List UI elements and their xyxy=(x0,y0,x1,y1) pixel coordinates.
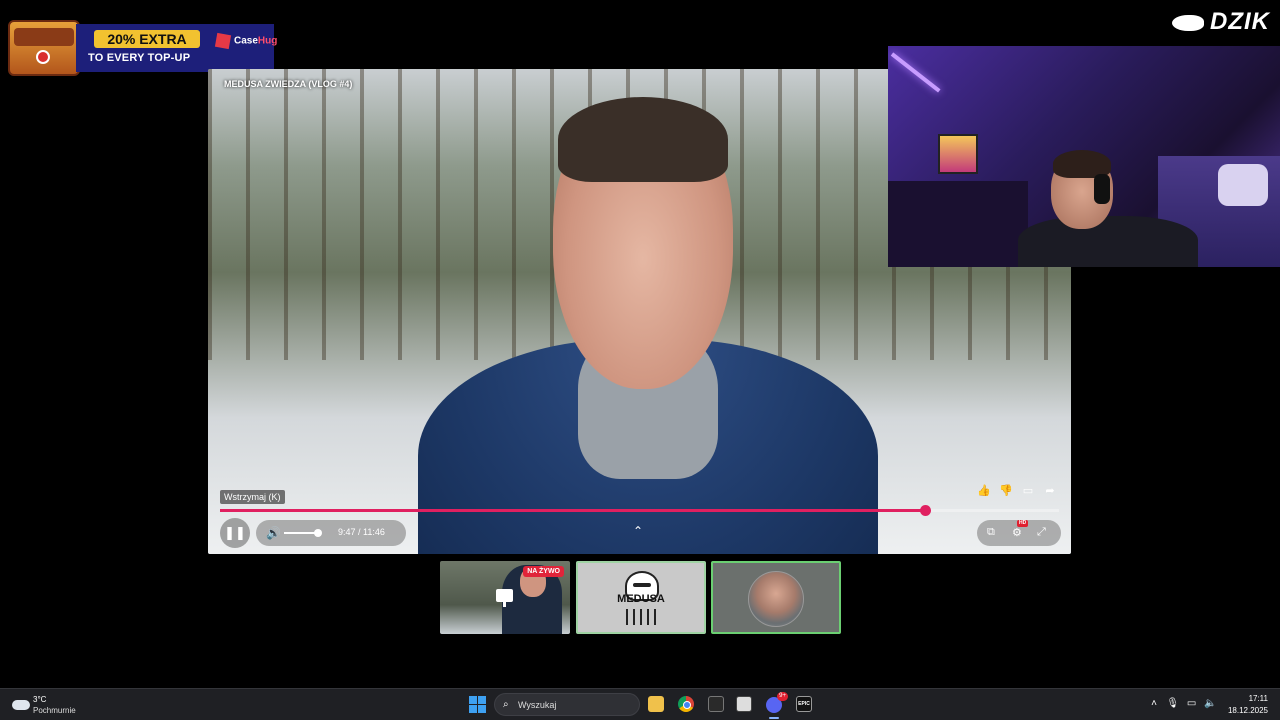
system-tray: ˄ 🎙 ▭ 🔈 xyxy=(1146,698,1218,709)
file-explorer-icon[interactable] xyxy=(648,696,664,712)
channel-logo-text: DZIK xyxy=(1210,8,1270,35)
weather-condition: Pochmurnie xyxy=(33,706,76,715)
volume-slider[interactable] xyxy=(284,532,318,534)
network-icon[interactable]: ▭ xyxy=(1184,698,1200,709)
related-thumbnails: NA ŻYWO MEDUSA xyxy=(440,561,841,634)
like-icon[interactable]: 👍 xyxy=(977,483,991,497)
microphone-icon[interactable]: 🎙 xyxy=(1165,698,1181,709)
search-icon: ⌕ xyxy=(503,699,509,710)
player-settings-group: ⧉ ⚙ HD ⤢ xyxy=(977,520,1061,546)
chrome-icon[interactable] xyxy=(678,696,694,712)
vlogger-figure xyxy=(418,89,878,554)
desktop: 20% EXTRA TO EVERY TOP-UP CaseHug DZIK M… xyxy=(0,0,1280,720)
headset-icon xyxy=(1094,174,1110,204)
casehug-logo-icon xyxy=(214,32,232,50)
epic-label: EPIC xyxy=(798,701,810,707)
video-title: MEDUSA ZWIEDZA (VLOG #4) xyxy=(224,79,353,89)
hd-badge: HD xyxy=(1017,520,1029,527)
taskbar-search[interactable]: ⌕ xyxy=(494,693,640,716)
epic-games-icon[interactable]: EPIC xyxy=(796,696,812,712)
time-display: 9:47 / 11:46 xyxy=(338,527,385,537)
share-icon[interactable]: ➦ xyxy=(1043,483,1057,497)
sponsor-badge: 20% EXTRA xyxy=(94,30,200,48)
pause-tooltip: Wstrzymaj (K) xyxy=(220,490,285,504)
sponsor-tagline: TO EVERY TOP-UP xyxy=(88,52,191,64)
medusa-logo-text: MEDUSA xyxy=(617,593,665,605)
brand-part2: Hug xyxy=(257,35,278,47)
sponsor-banner[interactable]: 20% EXTRA TO EVERY TOP-UP CaseHug xyxy=(8,20,278,76)
video-actions: 👍 👎 ▭ ➦ xyxy=(977,483,1057,497)
start-button[interactable] xyxy=(469,696,486,713)
volume-knob[interactable] xyxy=(314,529,322,537)
comment-icon[interactable]: ▭ xyxy=(1021,483,1035,497)
thumbnail-live[interactable]: NA ŻYWO xyxy=(440,561,570,634)
clock-date: 18.12.2025 xyxy=(1227,706,1268,715)
chevron-up-icon[interactable]: ˄ xyxy=(1146,698,1162,709)
active-app-indicator xyxy=(769,717,779,719)
clock[interactable]: 17:11 18.12.2025 xyxy=(1228,693,1268,717)
sponsor-brand: CaseHug xyxy=(214,32,278,50)
discord-icon[interactable]: 9+ xyxy=(766,692,788,713)
cloud-icon xyxy=(12,700,30,710)
clock-time: 17:11 xyxy=(1248,694,1268,703)
pause-icon: ❚❚ xyxy=(224,525,246,540)
sponsor-panel: 20% EXTRA TO EVERY TOP-UP CaseHug xyxy=(76,24,278,72)
live-badge: NA ŻYWO xyxy=(523,566,564,577)
fullscreen-icon[interactable]: ⤢ xyxy=(1037,526,1046,539)
tv-icon xyxy=(496,589,513,602)
volume-control[interactable]: 🔊 9:47 / 11:46 xyxy=(256,520,406,546)
app-icon-2[interactable] xyxy=(736,696,752,712)
player-controls: ❚❚ 🔊 9:47 / 11:46 ⌃ ⧉ ⚙ HD ⤢ xyxy=(208,518,1071,548)
discord-badge: 9+ xyxy=(777,692,788,701)
settings-icon[interactable]: ⚙ xyxy=(1012,526,1022,539)
app-icon-1[interactable] xyxy=(708,696,724,712)
progress-bar[interactable] xyxy=(220,505,1059,516)
weather-widget[interactable]: 3°C Pochmurnie xyxy=(10,693,100,717)
avatar xyxy=(748,571,804,627)
treasure-chest-icon xyxy=(8,20,80,76)
speaker-icon[interactable]: 🔈 xyxy=(1202,698,1218,709)
thumbnail-medusa-logo[interactable]: MEDUSA xyxy=(576,561,706,634)
progress-scrubber[interactable] xyxy=(919,505,931,516)
streamer-webcam xyxy=(888,46,1280,267)
channel-logo: DZIK xyxy=(1172,8,1270,36)
progress-fill xyxy=(220,509,925,512)
weather-temp: 3°C xyxy=(33,695,47,704)
chevron-up-icon[interactable]: ⌃ xyxy=(633,524,643,538)
thumbnail-avatar[interactable] xyxy=(711,561,841,634)
volume-icon[interactable]: 🔊 xyxy=(266,526,281,540)
boar-icon xyxy=(1172,14,1204,31)
dislike-icon[interactable]: 👎 xyxy=(999,483,1013,497)
room-monitor xyxy=(938,134,978,174)
brand-part1: Case xyxy=(234,35,258,47)
subtitles-icon[interactable]: ⧉ xyxy=(987,526,995,539)
pause-button[interactable]: ❚❚ xyxy=(220,518,250,548)
search-input[interactable] xyxy=(518,697,633,713)
taskbar: 3°C Pochmurnie ⌕ 9+ EPIC ˄ 🎙 ▭ 🔈 17:11 1… xyxy=(0,688,1280,720)
